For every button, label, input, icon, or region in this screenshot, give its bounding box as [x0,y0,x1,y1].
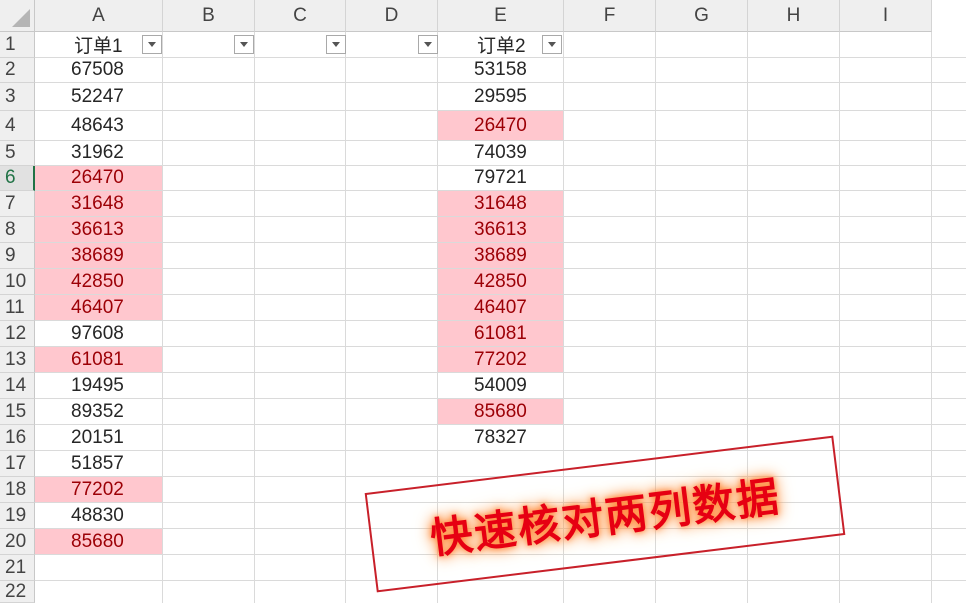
cell-a4[interactable]: 48643 [35,111,162,140]
filter-dropdown-button-d[interactable] [418,35,438,54]
row-header-8[interactable]: 8 [0,217,35,243]
cell-e5[interactable]: 74039 [438,141,563,165]
column-gridline [931,32,932,603]
chevron-down-icon [148,42,156,47]
row-header-14[interactable]: 14 [0,373,35,399]
row-header-1[interactable]: 1 [0,32,35,58]
chevron-down-icon [424,42,432,47]
cell-e12[interactable]: 61081 [438,321,563,346]
row-header-17[interactable]: 17 [0,451,35,477]
filter-dropdown-button-a[interactable] [142,35,162,54]
cell-e13[interactable]: 77202 [438,347,563,372]
column-header-c[interactable]: C [255,0,346,32]
cell-a2[interactable]: 67508 [35,58,162,82]
cell-e10[interactable]: 42850 [438,269,563,294]
cell-a8[interactable]: 36613 [35,217,162,242]
cell-a3[interactable]: 52247 [35,83,162,110]
select-all-triangle-icon [12,9,30,27]
cell-a17[interactable]: 51857 [35,451,162,476]
cell-e7[interactable]: 31648 [438,191,563,216]
row-header-19[interactable]: 19 [0,503,35,529]
cell-e9[interactable]: 38689 [438,243,563,268]
cell-a7[interactable]: 31648 [35,191,162,216]
cell-a5[interactable]: 31962 [35,141,162,165]
column-gridline [162,32,163,603]
cell-e15[interactable]: 85680 [438,399,563,424]
cell-a13[interactable]: 61081 [35,347,162,372]
column-header-f[interactable]: F [564,0,656,32]
row-header-13[interactable]: 13 [0,347,35,373]
cell-e2[interactable]: 53158 [438,58,563,82]
cell-e3[interactable]: 29595 [438,83,563,110]
select-all-button[interactable] [0,0,35,32]
filter-dropdown-button-c[interactable] [326,35,346,54]
chevron-down-icon [548,42,556,47]
column-header-g[interactable]: G [656,0,748,32]
row-header-16[interactable]: 16 [0,425,35,451]
column-header-i[interactable]: I [840,0,932,32]
cell-a11[interactable]: 46407 [35,295,162,320]
cell-a15[interactable]: 89352 [35,399,162,424]
cell-e14[interactable]: 54009 [438,373,563,398]
chevron-down-icon [240,42,248,47]
cell-e6[interactable]: 79721 [438,166,563,190]
cell-a12[interactable]: 97608 [35,321,162,346]
row-header-9[interactable]: 9 [0,243,35,269]
column-header-d[interactable]: D [346,0,438,32]
row-header-12[interactable]: 12 [0,321,35,347]
column-gridline [254,32,255,603]
row-header-21[interactable]: 21 [0,555,35,581]
cell-a6[interactable]: 26470 [35,166,162,190]
cell-a19[interactable]: 48830 [35,503,162,528]
row-header-20[interactable]: 20 [0,529,35,555]
column-header-e[interactable]: E [438,0,564,32]
row-gridline [35,580,966,581]
filter-dropdown-button-b[interactable] [234,35,254,54]
row-header-7[interactable]: 7 [0,191,35,217]
row-header-4[interactable]: 4 [0,111,35,141]
row-header-18[interactable]: 18 [0,477,35,503]
column-header-b[interactable]: B [163,0,255,32]
column-header-h[interactable]: H [748,0,840,32]
cell-a9[interactable]: 38689 [35,243,162,268]
cell-a18[interactable]: 77202 [35,477,162,502]
cell-a20[interactable]: 85680 [35,529,162,554]
row-header-6[interactable]: 6 [0,166,35,191]
row-header-10[interactable]: 10 [0,269,35,295]
filter-dropdown-button-e[interactable] [542,35,562,54]
cell-e8[interactable]: 36613 [438,217,563,242]
row-header-3[interactable]: 3 [0,83,35,111]
row-header-15[interactable]: 15 [0,399,35,425]
chevron-down-icon [332,42,340,47]
column-gridline [345,32,346,603]
cell-e16[interactable]: 78327 [438,425,563,450]
cell-e4[interactable]: 26470 [438,111,563,140]
row-header-2[interactable]: 2 [0,58,35,83]
column-header-a[interactable]: A [35,0,163,32]
cell-e11[interactable]: 46407 [438,295,563,320]
row-header-5[interactable]: 5 [0,141,35,166]
row-header-11[interactable]: 11 [0,295,35,321]
cell-a14[interactable]: 19495 [35,373,162,398]
row-header-22[interactable]: 22 [0,581,35,603]
cell-a10[interactable]: 42850 [35,269,162,294]
cell-a16[interactable]: 20151 [35,425,162,450]
